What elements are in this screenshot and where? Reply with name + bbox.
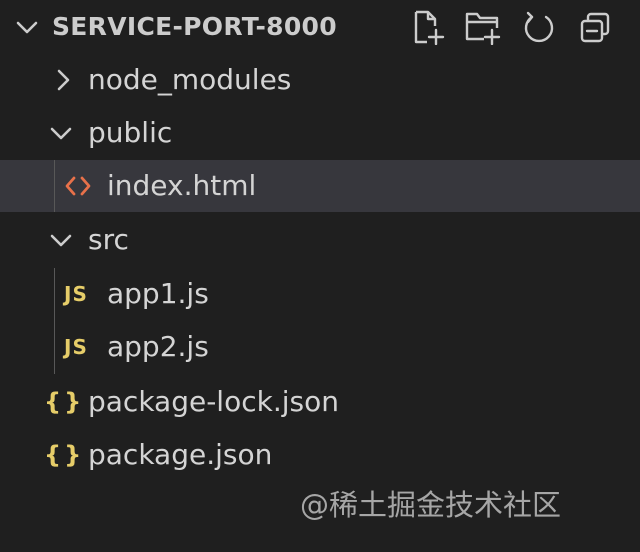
tree-item-label: index.html — [107, 169, 257, 202]
tree-item-label: package-lock.json — [88, 385, 339, 418]
tree-item-app1-js[interactable]: JS app1.js — [0, 268, 640, 320]
watermark: @稀土掘金技术社区 — [300, 488, 562, 522]
tree-item-label: node_modules — [88, 63, 292, 96]
indent-guide — [54, 268, 55, 374]
chevron-down-icon — [50, 229, 72, 251]
json-file-icon: {} — [44, 388, 85, 416]
json-file-icon: {} — [44, 441, 85, 469]
tree-item-label: src — [88, 223, 129, 256]
tree-item-public[interactable]: public — [0, 107, 640, 159]
explorer-actions — [408, 8, 614, 46]
chevron-down-icon[interactable] — [16, 16, 38, 38]
tree-item-label: app2.js — [107, 330, 209, 363]
file-explorer: SERVICE-PORT-8000 node_modules public in… — [0, 0, 640, 552]
new-folder-icon[interactable] — [464, 8, 502, 46]
tree-item-package-lock-json[interactable]: {} package-lock.json — [0, 376, 640, 428]
tree-item-app2-js[interactable]: JS app2.js — [0, 321, 640, 373]
tree-item-index-html[interactable]: index.html — [0, 160, 640, 212]
chevron-right-icon — [52, 69, 74, 91]
tree-item-label: public — [88, 116, 173, 149]
refresh-icon[interactable] — [520, 8, 558, 46]
tree-item-src[interactable]: src — [0, 214, 640, 266]
workspace-title: SERVICE-PORT-8000 — [52, 12, 337, 41]
explorer-header[interactable]: SERVICE-PORT-8000 — [0, 0, 640, 54]
collapse-all-icon[interactable] — [576, 8, 614, 46]
tree-item-package-json[interactable]: {} package.json — [0, 429, 640, 481]
html-file-icon — [64, 172, 92, 200]
tree-item-label: package.json — [88, 438, 273, 471]
indent-guide — [54, 160, 55, 212]
js-file-icon: JS — [64, 335, 88, 359]
new-file-icon[interactable] — [408, 8, 446, 46]
chevron-down-icon — [50, 122, 72, 144]
tree-item-node-modules[interactable]: node_modules — [0, 54, 640, 106]
tree-item-label: app1.js — [107, 277, 209, 310]
js-file-icon: JS — [64, 282, 88, 306]
